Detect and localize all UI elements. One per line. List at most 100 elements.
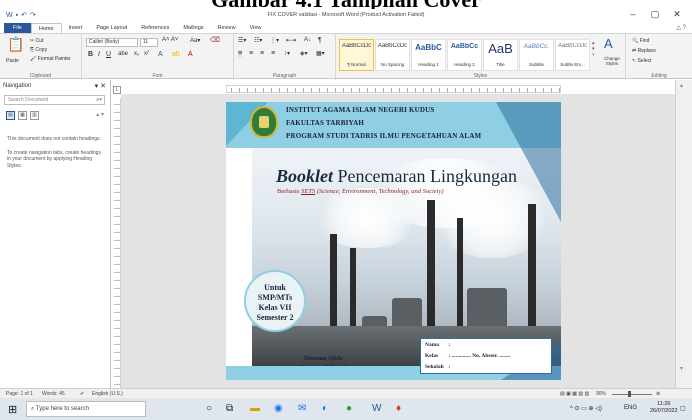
edge-icon[interactable]: ◐: [322, 403, 328, 414]
ruler-tick: [287, 88, 288, 92]
styles-scroll-icon[interactable]: ▴ ▾ ▿: [592, 40, 595, 58]
paste-icon[interactable]: 📋: [7, 36, 24, 53]
view-buttons[interactable]: ▤ ▣ ▦ ▧ ▥: [560, 391, 589, 397]
pilcrow-icon[interactable]: ¶: [318, 37, 322, 44]
multilevel-list-icon[interactable]: ⋮▾: [270, 37, 279, 44]
change-styles-button[interactable]: Change Styles: [600, 56, 624, 66]
word-count[interactable]: Words: 45: [42, 391, 65, 397]
subscript-icon[interactable]: x₂: [134, 51, 139, 57]
find-button[interactable]: 🔍 Find: [632, 38, 649, 44]
numbering-icon[interactable]: ☷▾: [254, 37, 262, 44]
align-center-icon[interactable]: ≡: [249, 50, 253, 57]
copy-button[interactable]: ⎘ Copy: [30, 47, 47, 53]
zoom-slider-thumb[interactable]: [628, 391, 631, 397]
search-document-input[interactable]: Search Document ⌕▾: [4, 95, 105, 105]
bullets-icon[interactable]: ☰▾: [238, 37, 246, 44]
style-no-spacing[interactable]: AaBbCcDc No Spacing: [375, 39, 410, 71]
font-family-select[interactable]: Calibri (Body): [86, 38, 138, 47]
title-bar: W ▪ ↶ ↷ FIX COVER validasi - Microsoft W…: [0, 9, 692, 23]
document-page[interactable]: INSTITUT AGAMA ISLAM NEGERI KUDUS FAKULT…: [226, 102, 561, 380]
change-styles-icon[interactable]: A: [604, 36, 613, 51]
replace-button[interactable]: ⇄ Replace: [632, 48, 656, 54]
superscript-icon[interactable]: x²: [144, 51, 149, 57]
line-spacing-icon[interactable]: ↕▾: [284, 50, 290, 57]
tab-file[interactable]: File: [4, 23, 31, 33]
tab-view[interactable]: View: [243, 23, 269, 33]
vertical-ruler[interactable]: [113, 98, 121, 388]
justify-icon[interactable]: ≡: [271, 50, 275, 57]
underline-icon[interactable]: U: [106, 51, 111, 58]
font-color-icon[interactable]: A: [188, 51, 193, 58]
ruler-tick: [114, 376, 120, 377]
style-normal[interactable]: AaBbCcDc ¶ Normal: [339, 39, 374, 71]
help-icon[interactable]: △ ?: [676, 24, 686, 31]
style-subtle-emphasis[interactable]: AaBbCcDc Subtle Em...: [555, 39, 590, 71]
format-painter-button[interactable]: 🖌 Format Painter: [30, 56, 71, 62]
system-tray-icons[interactable]: ^ ⊙ ▭ ⊕ ◁): [570, 405, 602, 412]
whatsapp-icon[interactable]: ●: [346, 403, 352, 414]
tab-insert[interactable]: Insert: [62, 23, 90, 33]
ruler-toggle-icon[interactable]: L: [113, 86, 121, 94]
ruler-tick: [263, 88, 264, 92]
taskbar-search-input[interactable]: ⌕ Type here to search: [26, 401, 146, 417]
bold-icon[interactable]: B: [88, 51, 93, 58]
language-indicator[interactable]: English (U.S.): [92, 391, 123, 397]
notifications-icon[interactable]: ▢: [680, 405, 686, 412]
highlight-icon[interactable]: ab: [172, 51, 180, 58]
style-heading-1[interactable]: AaBbC Heading 1: [411, 39, 446, 71]
chrome-icon[interactable]: ◉: [274, 403, 283, 414]
results-tab-icon[interactable]: ▥: [30, 111, 39, 120]
select-button[interactable]: ↖ Select: [632, 58, 652, 64]
input-language[interactable]: ENG: [624, 405, 637, 411]
zoom-level[interactable]: 90%: [596, 391, 606, 397]
pages-tab-icon[interactable]: ▦: [18, 111, 27, 120]
tab-mailings[interactable]: Mailings: [176, 23, 210, 33]
indent-icon[interactable]: ⇤⇥: [286, 37, 296, 44]
scroll-up-icon[interactable]: ▴: [680, 82, 683, 89]
style-heading-2[interactable]: AaBbCc Heading 2: [447, 39, 482, 71]
borders-icon[interactable]: ▦▾: [316, 50, 325, 57]
italic-icon[interactable]: I: [98, 51, 100, 58]
tab-references[interactable]: References: [134, 23, 176, 33]
clear-format-icon[interactable]: ⌫: [210, 36, 220, 44]
navigation-arrows-icon[interactable]: ▴ ▾: [96, 111, 104, 118]
windows-start-icon[interactable]: ⊞: [8, 403, 17, 416]
sort-icon[interactable]: A↓: [304, 37, 311, 43]
style-subtitle[interactable]: AaBbCc. Subtitle: [519, 39, 554, 71]
close-button[interactable]: ✕: [666, 9, 688, 20]
horizontal-ruler[interactable]: [226, 85, 561, 93]
tab-home[interactable]: Home: [30, 23, 62, 33]
search-icon[interactable]: ⌕▾: [96, 96, 102, 104]
grow-font-icon[interactable]: A˄ A˅: [162, 37, 178, 43]
align-left-icon[interactable]: ≡: [238, 50, 243, 57]
app-icon[interactable]: ♦: [396, 403, 401, 414]
style-title[interactable]: AaB Title: [483, 39, 518, 71]
scroll-down-icon[interactable]: ▾: [680, 365, 683, 372]
strikethrough-icon[interactable]: abe: [118, 51, 128, 57]
ruler-tick: [114, 136, 120, 137]
shading-icon[interactable]: ◈▾: [300, 50, 308, 57]
align-right-icon[interactable]: ≡: [260, 50, 264, 57]
task-view-icon[interactable]: ⧉: [226, 403, 233, 414]
page-count[interactable]: Page: 1 of 1: [6, 391, 33, 397]
vertical-scrollbar[interactable]: ▴ ▾: [675, 80, 692, 388]
change-case-icon[interactable]: Aa▾: [190, 37, 200, 44]
file-explorer-icon[interactable]: ▬: [250, 403, 260, 414]
taskbar-clock[interactable]: 11:26 26/07/2022: [650, 401, 678, 415]
headings-tab-icon[interactable]: ▤: [6, 111, 15, 120]
close-navigation-icon[interactable]: ▾ ✕: [95, 82, 106, 90]
zoom-slider[interactable]: [612, 394, 652, 395]
paste-button[interactable]: Paste: [6, 58, 19, 64]
zoom-in-icon[interactable]: ⊕: [656, 391, 660, 397]
cortana-icon[interactable]: ○: [206, 403, 212, 414]
cut-button[interactable]: ✂ Cut: [30, 38, 43, 44]
mail-icon[interactable]: ✉: [298, 403, 306, 414]
tab-review[interactable]: Review: [211, 23, 243, 33]
text-effects-icon[interactable]: A: [158, 51, 163, 58]
maximize-button[interactable]: ▢: [644, 9, 666, 20]
word-taskbar-icon[interactable]: W: [372, 403, 381, 414]
proofing-icon[interactable]: ✔: [80, 391, 84, 397]
tab-page-layout[interactable]: Page Layout: [89, 23, 134, 33]
font-size-select[interactable]: 11: [140, 38, 158, 47]
minimize-button[interactable]: –: [622, 9, 644, 20]
